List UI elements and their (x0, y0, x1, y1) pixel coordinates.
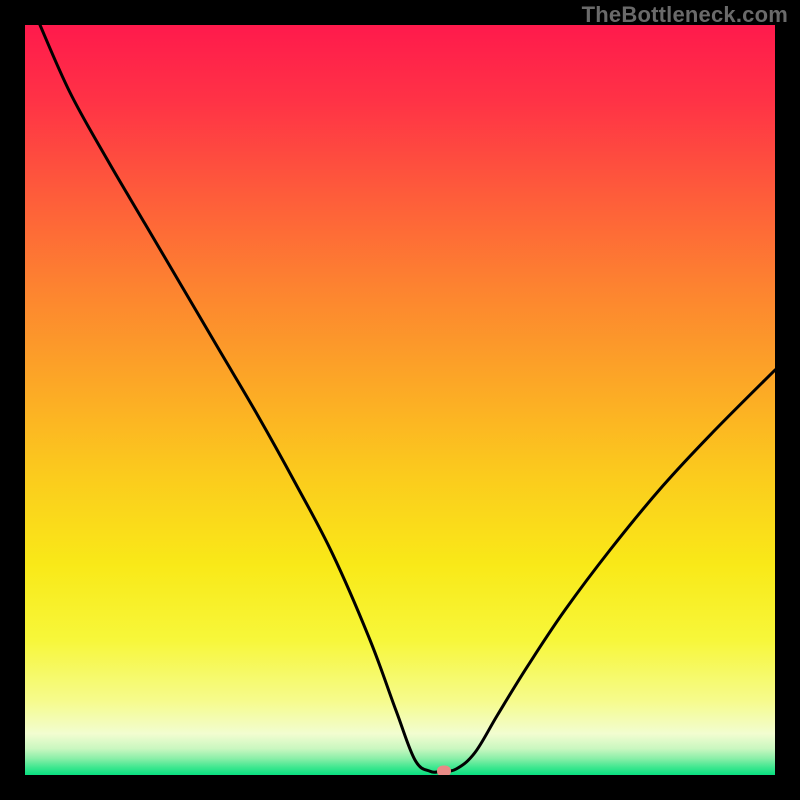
chart-frame: TheBottleneck.com (0, 0, 800, 800)
attribution-label: TheBottleneck.com (582, 2, 788, 28)
optimal-marker (437, 765, 451, 775)
plot-area (25, 25, 775, 775)
bottleneck-curve (25, 25, 775, 775)
